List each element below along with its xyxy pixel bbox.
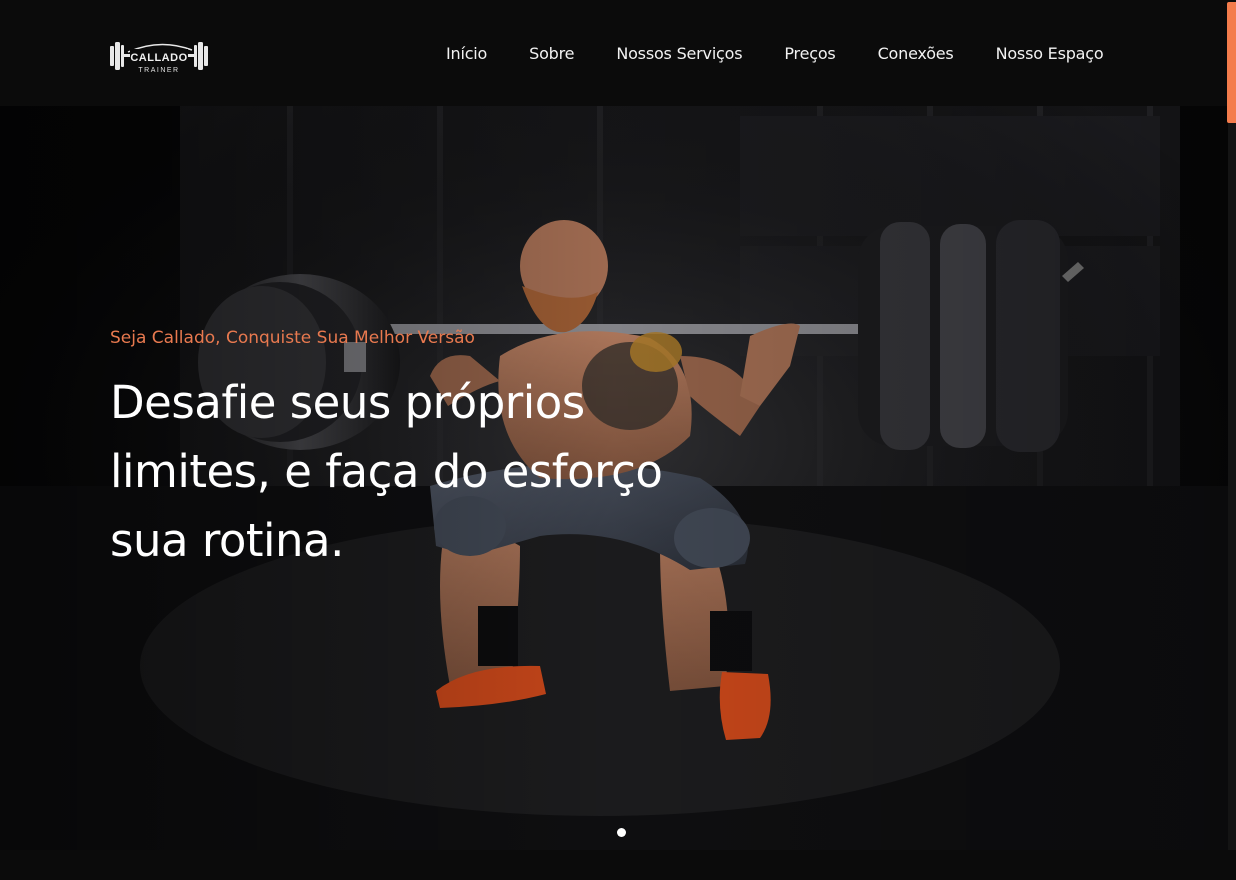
hero-headline: Desafie seus próprios limites, e faça do… (110, 376, 663, 567)
slider-dot-icon[interactable] (617, 828, 626, 837)
page-edge (1228, 106, 1236, 850)
hero-slider: Seja Callado, Conquiste Sua Melhor Versã… (0, 106, 1228, 850)
page: CALLADO TRAINER Início Sobre Nossos Serv… (0, 0, 1236, 880)
accent-strip (1227, 2, 1236, 123)
site-header: CALLADO TRAINER Início Sobre Nossos Serv… (0, 0, 1236, 106)
logo-text-trainer: TRAINER (138, 67, 179, 74)
nav-link-precos[interactable]: Preços (784, 44, 835, 64)
nav-link-espaco[interactable]: Nosso Espaço (996, 44, 1104, 64)
dumbbell-logo-icon[interactable]: CALLADO TRAINER (108, 36, 212, 76)
logo-text-callado: CALLADO (130, 52, 187, 64)
main-nav: Início Sobre Nossos Serviços Preços Cone… (446, 44, 1104, 64)
nav-link-conexoes[interactable]: Conexões (878, 44, 954, 64)
nav-link-servicos[interactable]: Nossos Serviços (616, 44, 742, 64)
nav-link-sobre[interactable]: Sobre (529, 44, 574, 64)
bottom-band (0, 850, 1236, 880)
nav-link-inicio[interactable]: Início (446, 44, 487, 64)
hero-text: Seja Callado, Conquiste Sua Melhor Versã… (110, 326, 710, 575)
hero-tagline: Seja Callado, Conquiste Sua Melhor Versã… (110, 328, 475, 348)
